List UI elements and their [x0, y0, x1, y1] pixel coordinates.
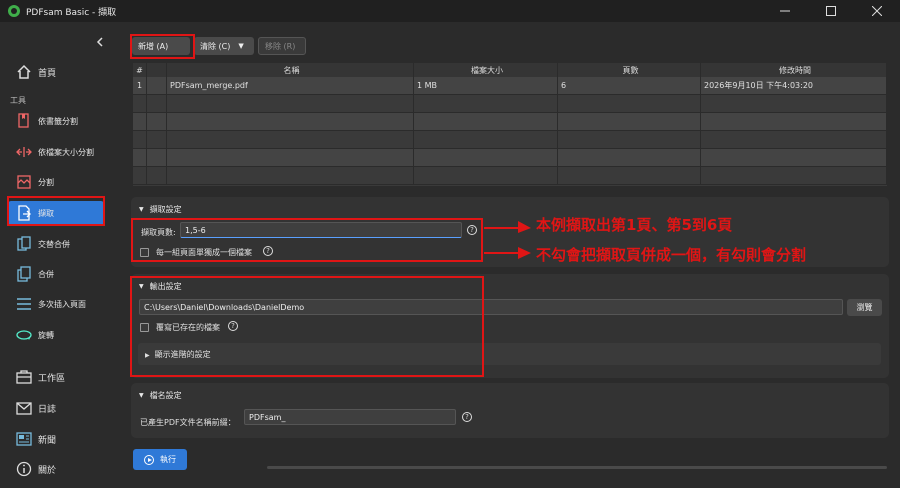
header-index[interactable]: # — [133, 63, 147, 77]
collapse-triangle-icon: ▼ — [139, 206, 144, 213]
sidebar-item-news[interactable]: 新聞 — [8, 427, 104, 451]
empty-row — [133, 95, 887, 113]
bookmark-split-icon — [16, 113, 32, 129]
split-icon — [16, 174, 32, 190]
help-icon[interactable]: ? — [462, 412, 472, 422]
rotate-icon — [16, 327, 32, 343]
news-icon — [16, 431, 32, 447]
prefix-input-value: PDFsam_ — [249, 412, 286, 422]
clear-button-label: 清除 (C) — [200, 41, 231, 51]
header-name[interactable]: 名稱 — [167, 63, 414, 77]
clear-button[interactable]: 清除 (C) ▼ — [194, 37, 254, 55]
sidebar-item-home[interactable]: 首頁 — [8, 60, 104, 84]
header-pages[interactable]: 頁數 — [558, 63, 701, 77]
browse-button[interactable]: 瀏覽 — [847, 299, 882, 316]
row-blank — [147, 77, 167, 94]
sidebar-item-label: 多次插入頁面 — [38, 299, 86, 309]
sidebar-item-label: 關於 — [38, 465, 57, 476]
size-split-icon — [16, 144, 32, 160]
play-icon — [144, 454, 154, 465]
sidebar-item-split-by-size[interactable]: 依檔案大小分割 — [8, 140, 104, 164]
annotation-box-sidebar-extract — [7, 196, 105, 226]
filename-settings-title: 檔名設定 — [149, 391, 182, 400]
chevron-left-icon — [96, 37, 103, 47]
sidebar: 首頁 工具 依書籤分割 依檔案大小分割 分割 擷取 交替合併 合併 多次插入頁面… — [0, 22, 120, 488]
sidebar-item-insert-multiple[interactable]: 多次插入頁面 — [8, 292, 104, 316]
annotation-note-separate: 不勾會把擷取頁併成一個，有勾則會分割 — [536, 246, 807, 264]
workspace-icon — [16, 369, 32, 385]
run-button-label: 執行 — [160, 455, 176, 464]
filename-settings-header[interactable]: ▼ 檔名設定 — [139, 390, 182, 401]
close-button[interactable] — [854, 0, 900, 22]
merge-icon — [16, 266, 32, 282]
chevron-down-icon: ▼ — [238, 42, 244, 50]
sidebar-collapse-button[interactable] — [96, 36, 104, 50]
sidebar-item-rotate[interactable]: 旋轉 — [8, 323, 104, 347]
browse-button-label: 瀏覽 — [856, 303, 873, 312]
sidebar-item-label: 依檔案大小分割 — [38, 147, 94, 157]
extract-settings-title: 擷取設定 — [149, 205, 182, 214]
arrow-icon — [484, 221, 531, 233]
sidebar-item-label: 日誌 — [38, 404, 57, 415]
row-size: 1 MB — [414, 77, 558, 94]
row-modified: 2026年9月10日 下午4:03:20 — [701, 77, 887, 94]
window-controls — [762, 0, 900, 22]
tools-section-label: 工具 — [10, 96, 26, 105]
run-button[interactable]: 執行 — [133, 449, 187, 470]
close-icon — [872, 6, 882, 16]
sidebar-item-label: 合併 — [38, 269, 54, 279]
sidebar-item-alternate-mix[interactable]: 交替合併 — [8, 232, 104, 256]
sidebar-item-label: 工作區 — [38, 373, 66, 384]
sidebar-item-workspace[interactable]: 工作區 — [8, 365, 104, 389]
home-icon — [16, 64, 32, 80]
minimize-button[interactable] — [762, 0, 808, 22]
info-icon — [16, 461, 32, 477]
sidebar-item-label: 首頁 — [38, 68, 57, 79]
extract-settings-header[interactable]: ▼ 擷取設定 — [139, 204, 182, 215]
row-index: 1 — [133, 77, 147, 94]
sidebar-item-about[interactable]: 關於 — [8, 457, 104, 481]
maximize-icon — [826, 6, 836, 16]
header-modified[interactable]: 修改時間 — [701, 63, 887, 77]
annotation-box-output-settings — [130, 276, 484, 377]
table-header: # 名稱 檔案大小 頁數 修改時間 — [133, 63, 887, 77]
empty-row — [133, 131, 887, 149]
log-icon — [16, 400, 32, 416]
sidebar-item-label: 旋轉 — [38, 330, 54, 340]
prefix-input[interactable]: PDFsam_ — [244, 409, 456, 425]
sidebar-item-label: 分割 — [38, 177, 54, 187]
row-name: PDFsam_merge.pdf — [167, 77, 414, 94]
maximize-button[interactable] — [808, 0, 854, 22]
sidebar-item-split-by-bookmarks[interactable]: 依書籤分割 — [8, 109, 104, 133]
title-bar: PDFsam Basic - 擷取 — [0, 0, 900, 22]
header-size[interactable]: 檔案大小 — [414, 63, 558, 77]
row-pages: 6 — [558, 77, 701, 94]
remove-button[interactable]: 移除 (R) — [258, 37, 306, 55]
annotation-box-add — [130, 34, 195, 59]
sidebar-item-label: 交替合併 — [38, 239, 70, 249]
annotation-note-pages: 本例擷取出第1頁、第5到6頁 — [536, 216, 733, 234]
prefix-label: 已產生PDF文件名稱前綴： — [140, 418, 236, 427]
sidebar-item-split[interactable]: 分割 — [8, 170, 104, 194]
collapse-triangle-icon: ▼ — [139, 392, 144, 399]
window-title: PDFsam Basic - 擷取 — [26, 7, 117, 18]
empty-row — [133, 113, 887, 131]
arrow-icon — [484, 247, 531, 259]
sidebar-item-label: 新聞 — [38, 435, 57, 446]
empty-row — [133, 167, 887, 185]
minimize-icon — [780, 10, 790, 12]
progress-bar — [267, 466, 887, 469]
alternate-mix-icon — [16, 236, 32, 252]
insert-pages-icon — [16, 296, 32, 312]
table-row[interactable]: 1 PDFsam_merge.pdf 1 MB 6 2026年9月10日 下午4… — [133, 77, 887, 95]
annotation-box-extract-settings — [131, 218, 483, 262]
sidebar-item-merge[interactable]: 合併 — [8, 262, 104, 286]
empty-row — [133, 149, 887, 167]
sidebar-item-label: 依書籤分割 — [38, 116, 78, 126]
remove-button-label: 移除 (R) — [265, 41, 296, 51]
file-table: # 名稱 檔案大小 頁數 修改時間 1 PDFsam_merge.pdf 1 M… — [133, 63, 887, 186]
header-blank[interactable] — [147, 63, 167, 77]
pdfsam-logo-icon — [8, 5, 20, 17]
sidebar-item-log[interactable]: 日誌 — [8, 396, 104, 420]
